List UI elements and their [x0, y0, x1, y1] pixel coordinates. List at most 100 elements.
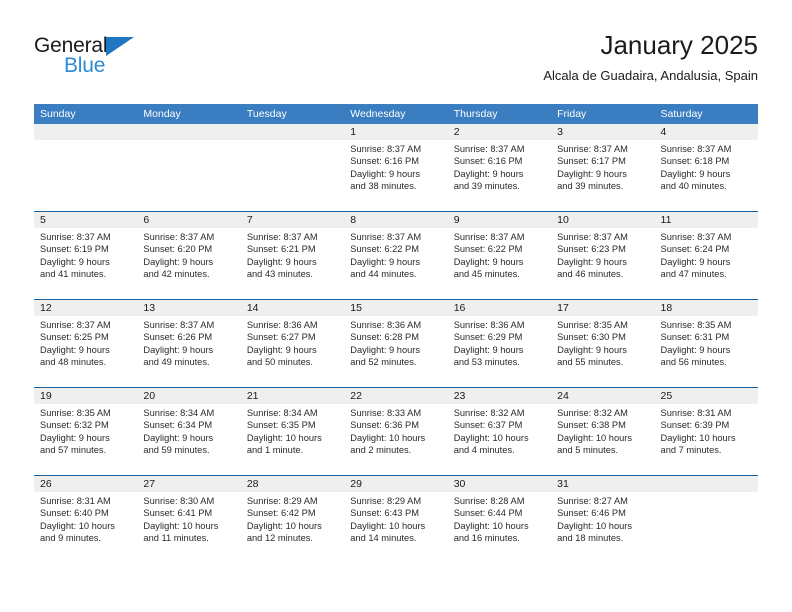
daylight-text-line1: Daylight: 9 hours	[246, 256, 317, 267]
day-number[interactable]: 17	[551, 300, 654, 316]
day-cell[interactable]: Sunrise: 8:37 AM Sunset: 6:25 PM Daylight:…	[34, 316, 137, 384]
day-cell[interactable]: Sunrise: 8:33 AM Sunset: 6:36 PM Daylight:…	[344, 404, 447, 472]
daylight-text-line1: Daylight: 9 hours	[40, 432, 110, 443]
day-number[interactable]: 28	[241, 476, 344, 492]
day-cell[interactable]: Sunrise: 8:27 AM Sunset: 6:46 PM Daylight:…	[551, 492, 654, 560]
day-cell[interactable]: Sunrise: 8:34 AM Sunset: 6:35 PM Daylight:…	[241, 404, 344, 472]
day-cell[interactable]: Sunrise: 8:37 AM Sunset: 6:19 PM Daylight:…	[34, 228, 137, 296]
day-number[interactable]: 13	[137, 300, 240, 316]
daylight-text-line2: and 14 minutes.	[350, 533, 417, 544]
day-cell[interactable]: Sunrise: 8:37 AM Sunset: 6:23 PM Daylight:…	[551, 228, 654, 296]
daylight-text-line2: and 55 minutes.	[557, 357, 624, 368]
daylight-text-line1: Daylight: 9 hours	[453, 168, 524, 179]
day-number-row: 5 6 7 8 9 10 11	[34, 212, 758, 228]
day-number-empty	[241, 124, 344, 140]
day-cell[interactable]: Sunrise: 8:31 AM Sunset: 6:39 PM Daylight:…	[655, 404, 758, 472]
sunrise-text: Sunrise: 8:33 AM	[350, 408, 422, 418]
day-cell[interactable]: Sunrise: 8:37 AM Sunset: 6:17 PM Daylight:…	[551, 140, 654, 208]
day-number[interactable]: 9	[448, 212, 551, 228]
day-cell[interactable]: Sunrise: 8:37 AM Sunset: 6:16 PM Daylight:…	[344, 140, 447, 208]
day-detail-row: Sunrise: 8:37 AM Sunset: 6:19 PM Daylight:…	[34, 228, 758, 296]
day-number[interactable]: 10	[551, 212, 654, 228]
day-cell[interactable]: Sunrise: 8:28 AM Sunset: 6:44 PM Daylight:…	[448, 492, 551, 560]
day-cell[interactable]: Sunrise: 8:35 AM Sunset: 6:30 PM Daylight:…	[551, 316, 654, 384]
sunrise-text: Sunrise: 8:36 AM	[350, 320, 422, 330]
day-cell[interactable]: Sunrise: 8:35 AM Sunset: 6:31 PM Daylight:…	[655, 316, 758, 384]
weekday-header-saturday: Saturday	[660, 108, 703, 120]
day-cell[interactable]: Sunrise: 8:29 AM Sunset: 6:42 PM Daylight:…	[241, 492, 344, 560]
daylight-text-line2: and 39 minutes.	[453, 181, 520, 192]
day-cell[interactable]: Sunrise: 8:30 AM Sunset: 6:41 PM Daylight:…	[137, 492, 240, 560]
day-number[interactable]: 11	[655, 212, 758, 228]
day-number[interactable]: 29	[344, 476, 447, 492]
day-cell[interactable]: Sunrise: 8:35 AM Sunset: 6:32 PM Daylight:…	[34, 404, 137, 472]
day-cell[interactable]: Sunrise: 8:37 AM Sunset: 6:21 PM Daylight:…	[241, 228, 344, 296]
day-number[interactable]: 30	[448, 476, 551, 492]
day-cell[interactable]: Sunrise: 8:31 AM Sunset: 6:40 PM Daylight:…	[34, 492, 137, 560]
sunset-text: Sunset: 6:28 PM	[350, 332, 419, 343]
day-number[interactable]: 12	[34, 300, 137, 316]
weekday-header-row: Sunday Monday Tuesday Wednesday Thursday Frid…	[34, 104, 758, 124]
day-number[interactable]: 8	[344, 212, 447, 228]
day-cell[interactable]: Sunrise: 8:36 AM Sunset: 6:29 PM Daylight:…	[448, 316, 551, 384]
day-cell[interactable]: Sunrise: 8:37 AM Sunset: 6:24 PM Daylight:…	[655, 228, 758, 296]
day-number[interactable]: 16	[448, 300, 551, 316]
day-number[interactable]: 1	[344, 124, 447, 140]
day-number[interactable]: 7	[241, 212, 344, 228]
day-number[interactable]: 31	[551, 476, 654, 492]
day-cell[interactable]: Sunrise: 8:37 AM Sunset: 6:22 PM Daylight:…	[448, 228, 551, 296]
day-number[interactable]: 3	[551, 124, 654, 140]
day-cell[interactable]: Sunrise: 8:37 AM Sunset: 6:20 PM Daylight:…	[137, 228, 240, 296]
day-number[interactable]: 23	[448, 388, 551, 404]
sunrise-text: Sunrise: 8:35 AM	[660, 320, 732, 330]
sunrise-text: Sunrise: 8:30 AM	[143, 496, 215, 506]
day-number-empty	[655, 476, 758, 492]
day-cell[interactable]: Sunrise: 8:36 AM Sunset: 6:28 PM Daylight:…	[344, 316, 447, 384]
day-cell[interactable]: Sunrise: 8:32 AM Sunset: 6:37 PM Daylight:…	[448, 404, 551, 472]
sunrise-text: Sunrise: 8:29 AM	[246, 496, 318, 506]
sunrise-text: Sunrise: 8:37 AM	[350, 232, 422, 242]
daylight-text-line2: and 48 minutes.	[40, 357, 107, 368]
day-number[interactable]: 20	[137, 388, 240, 404]
calendar-page: General Blue January 2025 Alcala de Guad…	[0, 0, 792, 612]
day-number[interactable]: 21	[241, 388, 344, 404]
day-number[interactable]: 22	[344, 388, 447, 404]
day-cell[interactable]: Sunrise: 8:29 AM Sunset: 6:43 PM Daylight:…	[344, 492, 447, 560]
day-cell-empty	[241, 140, 344, 208]
day-number[interactable]: 24	[551, 388, 654, 404]
logo-text-blue: Blue	[64, 54, 106, 77]
sunset-text: Sunset: 6:18 PM	[660, 156, 730, 167]
daylight-text-line1: Daylight: 9 hours	[557, 256, 627, 267]
daylight-text-line2: and 43 minutes.	[246, 269, 313, 280]
day-number[interactable]: 26	[34, 476, 137, 492]
day-number[interactable]: 6	[137, 212, 240, 228]
day-number[interactable]: 14	[241, 300, 344, 316]
day-cell[interactable]: Sunrise: 8:36 AM Sunset: 6:27 PM Daylight:…	[241, 316, 344, 384]
sunset-text: Sunset: 6:19 PM	[40, 244, 109, 255]
day-cell[interactable]: Sunrise: 8:37 AM Sunset: 6:16 PM Daylight:…	[448, 140, 551, 208]
day-number[interactable]: 15	[344, 300, 447, 316]
daylight-text-line1: Daylight: 9 hours	[557, 344, 627, 355]
day-number-row: 26 27 28 29 30 31	[34, 476, 758, 492]
day-detail-row: Sunrise: 8:31 AM Sunset: 6:40 PM Daylight:…	[34, 492, 758, 560]
day-cell[interactable]: Sunrise: 8:37 AM Sunset: 6:22 PM Daylight:…	[344, 228, 447, 296]
day-number[interactable]: 19	[34, 388, 137, 404]
day-number[interactable]: 25	[655, 388, 758, 404]
daylight-text-line2: and 38 minutes.	[350, 181, 417, 192]
day-cell[interactable]: Sunrise: 8:34 AM Sunset: 6:34 PM Daylight:…	[137, 404, 240, 472]
day-number[interactable]: 4	[655, 124, 758, 140]
daylight-text-line1: Daylight: 10 hours	[350, 432, 426, 443]
page-subtitle: Alcala de Guadaira, Andalusia, Spain	[543, 68, 758, 83]
day-cell[interactable]: Sunrise: 8:37 AM Sunset: 6:18 PM Daylight:…	[655, 140, 758, 208]
day-cell[interactable]: Sunrise: 8:32 AM Sunset: 6:38 PM Daylight:…	[551, 404, 654, 472]
day-number[interactable]: 18	[655, 300, 758, 316]
daylight-text-line1: Daylight: 9 hours	[660, 168, 731, 179]
day-detail-row: Sunrise: 8:37 AM Sunset: 6:25 PM Daylight:…	[34, 316, 758, 384]
day-number[interactable]: 2	[448, 124, 551, 140]
sunset-text: Sunset: 6:39 PM	[660, 420, 730, 431]
daylight-text-line2: and 11 minutes.	[143, 533, 209, 544]
day-number[interactable]: 27	[137, 476, 240, 492]
day-number[interactable]: 5	[34, 212, 137, 228]
weekday-header-tuesday: Tuesday	[246, 108, 287, 120]
day-cell[interactable]: Sunrise: 8:37 AM Sunset: 6:26 PM Daylight:…	[137, 316, 240, 384]
